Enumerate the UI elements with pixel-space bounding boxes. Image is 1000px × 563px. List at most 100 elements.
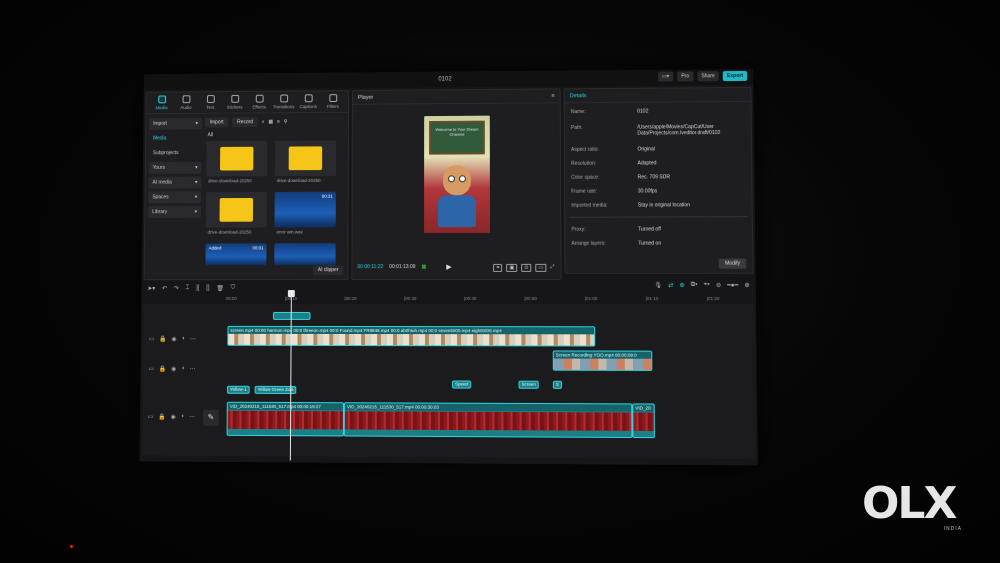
pro-button[interactable]: Pro [677, 71, 694, 82]
lock-icon[interactable]: 🔒 [159, 365, 166, 372]
split-left-icon[interactable]: ][ [196, 285, 199, 291]
effect-clip[interactable]: Screen [518, 380, 539, 389]
ratio-icon[interactable]: ▭ [535, 263, 547, 272]
tab-captions[interactable]: Captions [297, 94, 320, 109]
sidebar-item-subprojects[interactable]: Subprojects [149, 147, 202, 159]
detail-label: Imported media: [571, 202, 608, 209]
zoom-out-icon[interactable]: ⊖ [716, 282, 721, 289]
mic-icon[interactable]: 🎙 [654, 282, 662, 289]
eye-icon[interactable]: ◉ [171, 335, 176, 342]
filter-icon[interactable]: ⚲ [284, 119, 288, 125]
media-tile[interactable] [274, 243, 336, 266]
clip-name: VID_20240215_111530_517.mp4 00:00:19:27 [227, 402, 343, 411]
grid-view-icon[interactable]: ▦ [268, 119, 273, 125]
sidebar-item-spaces[interactable]: Spaces ▾ [148, 191, 202, 204]
menu-icon[interactable]: ≡ [551, 93, 554, 99]
play-icon[interactable]: ▶ [446, 263, 451, 271]
preview-axis-icon[interactable]: ⌖▾ [704, 282, 710, 289]
snap-icon[interactable]: ⧉▾ [691, 282, 698, 289]
crop-icon[interactable]: ⌗ [493, 263, 503, 272]
zoom-slider[interactable]: ━●━ [727, 282, 738, 289]
redo-icon[interactable]: ↷ [174, 285, 179, 292]
tab-effects[interactable]: Effects [248, 94, 271, 110]
select-tool-icon[interactable]: ➤▾ [147, 285, 155, 292]
delete-icon[interactable]: 🗑 [216, 285, 224, 292]
sidebar-item-yours[interactable]: Yours ▾ [148, 161, 202, 174]
magnet-icon[interactable]: ⊕ [679, 282, 684, 289]
main-video-clip[interactable]: VID_20 [632, 403, 655, 439]
link-icon[interactable]: ⇄ [668, 282, 673, 289]
more-icon[interactable]: ⋯ [190, 335, 196, 342]
tab-transitions[interactable]: Transitions [272, 94, 295, 109]
effects-icon [255, 94, 264, 103]
track-header-main: ▭ 🔒 ◉ ◖ ⋯ [144, 403, 201, 429]
tab-media[interactable]: Media [150, 95, 173, 110]
eye-icon[interactable]: ◉ [171, 413, 176, 420]
lock-icon[interactable]: 🔒 [159, 335, 166, 342]
chevron-down-icon: ▾ [194, 194, 198, 201]
screen-recording-clip[interactable]: Screen Recording YOO.mp4 00:00:09:0 [552, 350, 653, 371]
filters-icon [328, 94, 337, 103]
chevron-down-icon: ▾ [195, 164, 198, 171]
timeline-view-icon[interactable]: ▦ [422, 264, 427, 270]
track-header: ▭ 🔒 ◉ ◖ ⋯ [145, 326, 202, 352]
undo-icon[interactable]: ↶ [162, 285, 167, 292]
media-tile[interactable] [205, 191, 267, 228]
sidebar-item-library[interactable]: Library ▾ [148, 206, 202, 219]
sidebar-item-import[interactable]: Import ▾ [149, 117, 202, 130]
split-right-icon[interactable]: [] [206, 285, 209, 291]
media-actions: Import Record ⌕ ▦ ≡ ⚲ [204, 117, 348, 128]
effect-clip[interactable]: Speed [452, 380, 472, 389]
sidebar-item-ai-media[interactable]: AI media ▾ [148, 176, 202, 189]
cover-edit-button[interactable]: ✎ [202, 409, 219, 426]
detail-label: Aspect ratio: [570, 146, 599, 153]
snapshot-icon[interactable]: ▣ [506, 263, 518, 272]
ai-clipper-button[interactable]: AI clipper [312, 265, 344, 276]
sidebar-item-media[interactable]: Media [149, 132, 202, 144]
eye-icon[interactable]: ◉ [171, 365, 176, 372]
export-button[interactable]: Export [722, 70, 748, 82]
main-video-clip[interactable]: VID_20240215_111530_517.mp4 00:00:19:27 [226, 401, 344, 437]
fullscreen-icon[interactable]: ⤢ [550, 264, 554, 272]
lock-icon[interactable]: 🔒 [158, 413, 165, 420]
video-clip-strip[interactable]: screen.mp4 00:00 harmon.mp4 00:0 threeon… [227, 325, 596, 347]
layout-icon[interactable]: ▭▾ [657, 71, 674, 82]
share-button[interactable]: Share [697, 71, 719, 82]
audio-tile[interactable]: 00:31 [274, 191, 336, 228]
audio-icon[interactable]: ◖ [182, 336, 186, 342]
olx-logo: OLX [862, 478, 957, 529]
clip-thumbnails [344, 411, 632, 431]
tab-stickers[interactable]: Stickers [223, 94, 246, 110]
media-tile[interactable] [274, 140, 337, 177]
effect-clip[interactable]: S [552, 380, 563, 389]
audio-icon[interactable]: ◖ [181, 366, 185, 372]
tab-text[interactable]: Text [199, 95, 222, 110]
main-video-clip[interactable]: VID_20240215_111530_517.mp4 00:00:30:03 [343, 402, 633, 439]
record-button[interactable]: Record [232, 117, 258, 128]
split-icon[interactable]: ⌶ [186, 285, 190, 292]
import-button[interactable]: Import [204, 117, 229, 128]
timeline-right-tools: 🎙 ⇄ ⊕ ⧉▾ ⌖▾ ⊖ ━●━ ⊕ [654, 282, 749, 289]
clip-thumbnails [227, 410, 343, 430]
text-clip[interactable]: Yellow-1 [226, 385, 250, 394]
media-tile[interactable]: Added 00:01 [205, 243, 267, 266]
more-icon[interactable]: ⋯ [189, 413, 195, 420]
tab-filters[interactable]: Filters [321, 94, 344, 109]
media-tile[interactable] [206, 140, 268, 177]
tile-duration: 00:31 [321, 193, 333, 199]
time-ruler[interactable]: 00:00 |00:10 |00:20 |00:30 |00:40 |00:50… [226, 294, 754, 304]
video-preview[interactable]: Welcome to Your Dream Channel [424, 115, 490, 234]
search-icon[interactable]: ⌕ [262, 119, 265, 125]
sort-icon[interactable]: ≡ [277, 119, 280, 125]
more-icon[interactable]: ⋯ [190, 365, 196, 372]
modify-button[interactable]: Modify [718, 258, 747, 269]
audio-icon[interactable]: ◖ [181, 414, 185, 420]
zoom-icon[interactable]: ⊙ [521, 263, 532, 272]
zoom-in-icon[interactable]: ⊕ [744, 282, 749, 289]
tab-audio[interactable]: Audio [175, 95, 198, 110]
detail-value: Turned off [638, 226, 661, 233]
ruler-tick: |00:50 [524, 296, 537, 302]
detail-value: /Users/apple/Movies/CapCut/User Data/Pro… [637, 124, 721, 137]
track-type-icon: ▭ [148, 336, 155, 343]
shield-icon[interactable]: ⛉ [231, 285, 235, 292]
